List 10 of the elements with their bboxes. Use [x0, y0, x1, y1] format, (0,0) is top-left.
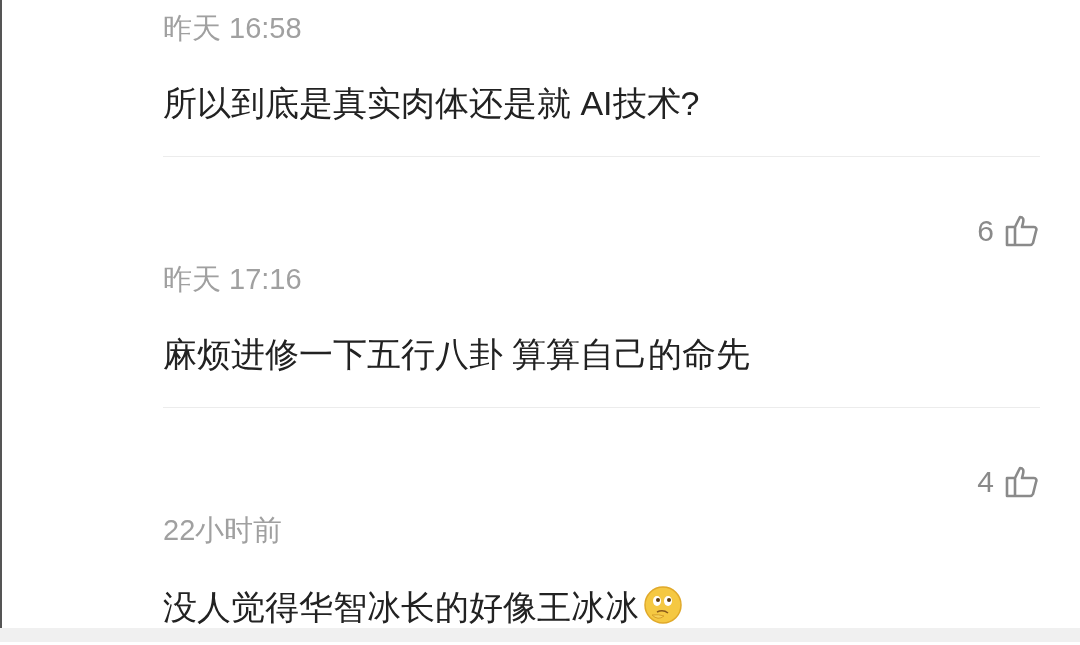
- comment-text: 所以到底是真实肉体还是就 AI技术?: [163, 86, 700, 120]
- thumbs-up-icon[interactable]: [1004, 464, 1040, 500]
- comment-text: 麻烦进修一下五行八卦 算算自己的命先: [163, 337, 751, 371]
- thumbs-up-icon[interactable]: [1004, 213, 1040, 249]
- like-count: 4: [977, 467, 994, 497]
- comment-time: 昨天 16:58: [163, 13, 302, 43]
- comment-text: 没人觉得华智冰长的好像王冰冰: [163, 585, 683, 625]
- comment-time: 22小时前: [163, 515, 283, 545]
- comment-time: 昨天 17:16: [163, 264, 302, 294]
- like-count: 6: [977, 216, 994, 246]
